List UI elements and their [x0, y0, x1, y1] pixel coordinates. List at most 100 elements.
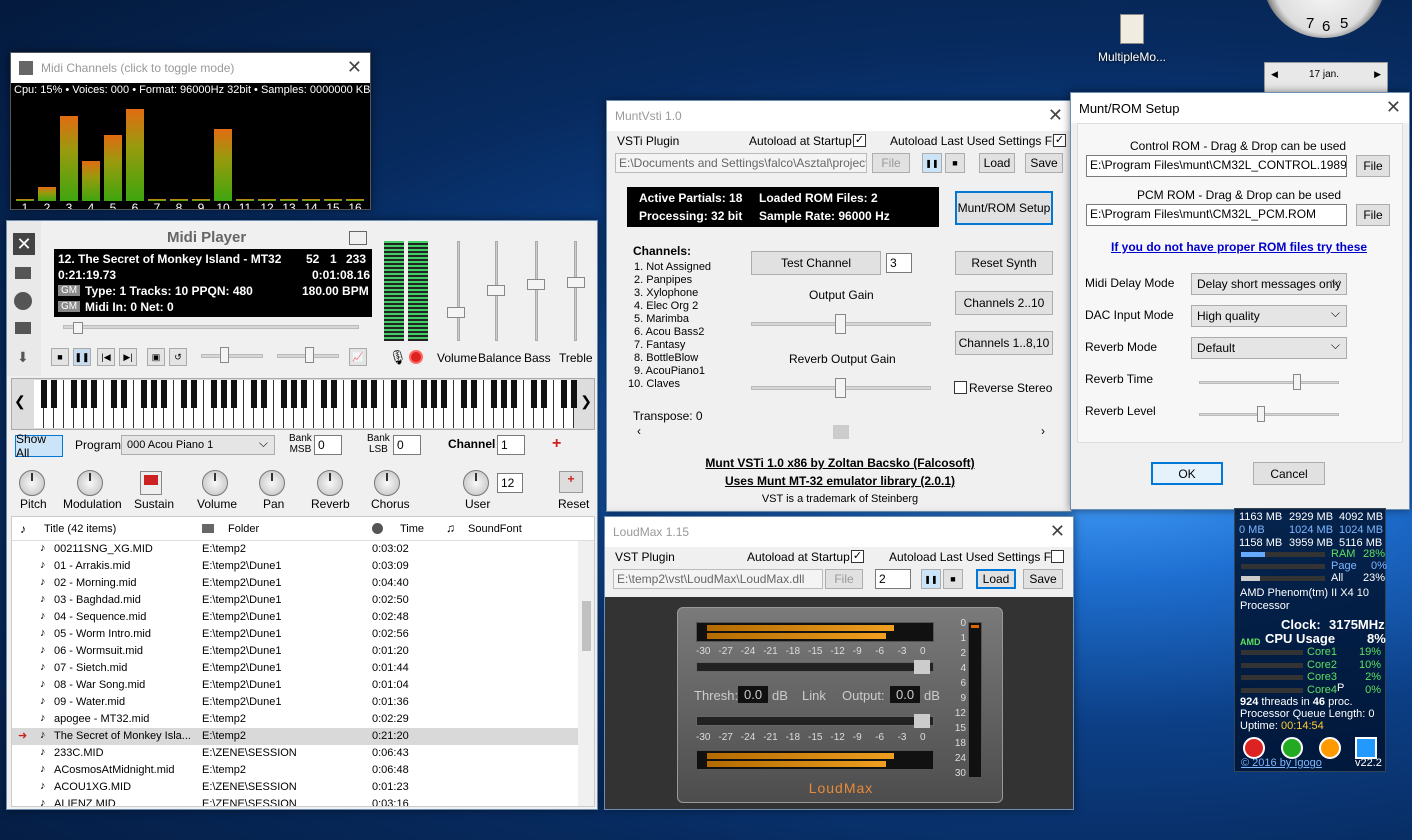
black-key[interactable] [561, 380, 567, 408]
black-key[interactable] [491, 380, 497, 408]
table-row[interactable]: ♪ 08 - War Song.mid E:\temp2\Dune1 0:01:04 [12, 677, 578, 694]
channel-level-bar[interactable] [38, 187, 56, 201]
pan-knob[interactable] [259, 470, 285, 496]
autoload-last-checkbox[interactable] [1051, 550, 1064, 563]
pitch-knob[interactable] [19, 470, 45, 496]
column-folder[interactable]: Folder [228, 523, 259, 535]
column-soundfont[interactable]: SoundFont [468, 523, 522, 535]
pitch-thumb[interactable] [305, 347, 314, 363]
link-label[interactable]: Link [802, 688, 826, 703]
black-key[interactable] [421, 380, 427, 408]
black-key[interactable] [351, 380, 357, 408]
black-key[interactable] [331, 380, 337, 408]
thresh-value[interactable]: 0.0 [738, 686, 769, 703]
black-key[interactable] [251, 380, 257, 408]
black-key[interactable] [291, 380, 297, 408]
channel-number[interactable]: 16 [346, 201, 364, 209]
black-key[interactable] [151, 380, 157, 408]
black-key[interactable] [441, 380, 447, 408]
reverb-time-slider[interactable] [1199, 381, 1339, 384]
table-row[interactable]: ♪ 233C.MID E:\ZENE\SESSION 0:06:43 [12, 745, 578, 762]
volume-slider[interactable] [457, 241, 460, 341]
black-key[interactable] [211, 380, 217, 408]
black-key[interactable] [471, 380, 477, 408]
prev-button[interactable]: |◀ [97, 348, 115, 366]
table-row[interactable]: ♪ 05 - Worm Intro.mid E:\temp2\Dune1 0:02:5… [12, 626, 578, 643]
prev-icon[interactable]: ◀ [1271, 69, 1278, 80]
restart-icon[interactable] [1281, 737, 1303, 759]
scroll-right-icon[interactable]: › [1041, 424, 1045, 438]
file-list[interactable]: ♪ Title (42 items) Folder Time ♫ SoundFo… [11, 516, 595, 807]
test-channel-button[interactable]: Test Channel [751, 251, 881, 275]
reverb-knob[interactable] [317, 470, 343, 496]
meter-icon[interactable] [349, 231, 367, 245]
reverb-time-thumb[interactable] [1293, 374, 1301, 390]
bass-thumb[interactable] [527, 279, 545, 290]
channel-number[interactable]: 11 [236, 201, 254, 209]
stop-button[interactable]: ■ [943, 569, 963, 589]
modulation-knob[interactable] [77, 470, 103, 496]
black-key[interactable] [111, 380, 117, 408]
threshold-thumb[interactable] [914, 660, 930, 674]
threshold-slider[interactable] [696, 662, 934, 672]
black-key[interactable] [431, 380, 437, 408]
black-key[interactable] [361, 380, 367, 408]
control-rom-file-button[interactable]: File [1356, 155, 1390, 177]
microphone-icon[interactable]: 🎙 [389, 349, 407, 366]
table-row[interactable]: ♪ ACOU1XG.MID E:\ZENE\SESSION 0:01:23 [12, 779, 578, 796]
logoff-icon[interactable] [1355, 737, 1377, 759]
channel-level-bar[interactable] [82, 161, 100, 201]
power-icon[interactable] [1243, 737, 1265, 759]
close-icon[interactable]: ✕ [1050, 522, 1065, 540]
chorus-knob[interactable] [374, 470, 400, 496]
load-button[interactable]: Load [979, 153, 1015, 173]
table-row[interactable]: ♪ 00211SNG_XG.MID E:\temp2 0:03:02 [12, 541, 578, 558]
black-key[interactable] [571, 380, 577, 408]
user-knob[interactable] [463, 470, 489, 496]
channel-number[interactable]: 12 [258, 201, 276, 209]
stop-button[interactable]: ■ [945, 153, 965, 173]
plugin-path-field[interactable]: E:\Documents and Settings\falco\Asztal\p… [615, 153, 867, 173]
rom-download-link[interactable]: If you do not have proper ROM files try … [1111, 240, 1367, 254]
arrow-down-icon[interactable]: ⬇ [17, 349, 29, 366]
black-key[interactable] [161, 380, 167, 408]
pcm-rom-field[interactable]: E:\Program Files\munt\CM32L_PCM.ROM [1086, 204, 1347, 226]
pcm-rom-file-button[interactable]: File [1356, 204, 1390, 226]
black-key[interactable] [301, 380, 307, 408]
channel-number[interactable]: 6 [126, 201, 144, 209]
next-button[interactable]: ▶| [119, 348, 137, 366]
output-gain-thumb[interactable] [835, 314, 846, 334]
channel-number[interactable]: 5 [104, 201, 122, 209]
stop-button[interactable]: ■ [51, 348, 69, 366]
bank-lsb-field[interactable]: 0 [393, 435, 421, 455]
load-button[interactable]: Load [976, 569, 1016, 589]
black-key[interactable] [261, 380, 267, 408]
pause-button[interactable]: ❚❚ [921, 569, 941, 589]
channel-level-bar[interactable] [104, 135, 122, 201]
scrollbar-thumb[interactable] [582, 601, 591, 651]
black-key[interactable] [191, 380, 197, 408]
balance-thumb[interactable] [487, 285, 505, 296]
output-slider[interactable] [696, 716, 934, 726]
sustain-button[interactable] [140, 471, 162, 495]
black-key[interactable] [391, 380, 397, 408]
transpose-scrollbar[interactable]: ‹ › [637, 424, 1045, 439]
output-value[interactable]: 0.0 [890, 686, 921, 703]
reverb-level-slider[interactable] [1199, 413, 1339, 416]
add-icon[interactable]: + [552, 435, 561, 453]
black-key[interactable] [181, 380, 187, 408]
channel-level-bar[interactable] [60, 116, 78, 201]
column-title[interactable]: Title (42 items) [44, 523, 116, 535]
file-button[interactable]: File [825, 569, 863, 589]
scroll-left-icon[interactable]: ‹ [637, 424, 641, 438]
save-button[interactable]: Save [1025, 153, 1063, 173]
table-row[interactable]: ♪ 02 - Morning.mid E:\temp2\Dune1 0:04:40 [12, 575, 578, 592]
treble-thumb[interactable] [567, 277, 585, 288]
pause-button[interactable]: ❚❚ [73, 348, 91, 366]
black-key[interactable] [321, 380, 327, 408]
channel-number[interactable]: 2 [38, 201, 56, 209]
table-row[interactable]: ♪ 03 - Baghdad.mid E:\temp2\Dune1 0:02:50 [12, 592, 578, 609]
black-key[interactable] [81, 380, 87, 408]
reverb-level-thumb[interactable] [1257, 406, 1265, 422]
channels-1-8-10-button[interactable]: Channels 1..8,10 [955, 331, 1053, 355]
